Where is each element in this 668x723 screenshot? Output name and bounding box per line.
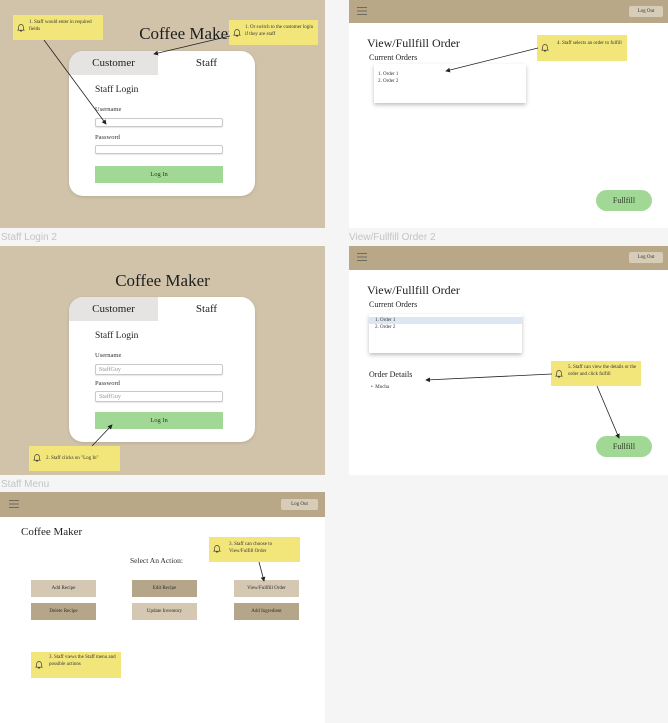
bell-icon [555,370,563,378]
username-label: Username [95,352,122,359]
login-heading: Staff Login [95,331,139,341]
username-field[interactable]: StaffGuy [95,364,223,375]
tab-staff[interactable]: Staff [158,297,255,321]
view-fullfill-order-2-frame: Log Out View/Fullfill Order Current Orde… [349,246,668,475]
sticky-note: 5. Staff can view the details or the ord… [551,361,641,386]
add-ingredient-button[interactable]: Add Ingredient [234,603,299,620]
logout-button[interactable]: Log Out [281,499,318,510]
tab-customer[interactable]: Customer [69,297,158,321]
hamburger-menu-icon[interactable] [357,7,367,15]
password-field[interactable]: StaffGuy [95,391,223,402]
login-heading: Staff Login [95,85,139,95]
top-bar: Log Out [0,492,325,517]
list-item[interactable]: 1. Order 1 [378,72,398,77]
order-details-label: Order Details [369,370,413,379]
view-fullfill-order-frame: Log Out View/Fullfill Order Current Orde… [349,0,668,228]
delete-recipe-button[interactable]: Delete Recipe [31,603,96,620]
logout-button[interactable]: Log Out [629,6,663,17]
password-label: Password [95,380,120,387]
staff-login-2-frame: Coffee Maker Customer Staff Staff Login … [0,246,325,475]
tab-staff[interactable]: Staff [158,51,255,75]
staff-login-frame: Coffee Maker Customer Staff Staff Login … [0,0,325,228]
edit-recipe-button[interactable]: Edit Recipe [132,580,197,597]
orders-list: 1. Order 1 2. Order 2 [369,314,522,353]
login-card: Customer Staff Staff Login Username Pass… [69,51,255,196]
details-list: • Mocha [371,385,389,390]
bell-icon [233,29,241,37]
top-bar: Log Out [349,246,668,270]
bell-icon [33,454,41,462]
top-bar: Log Out [349,0,668,23]
sticky-note: 1. Or switch to the customer login if th… [229,20,318,45]
password-field[interactable] [95,145,223,154]
list-item[interactable]: 1. Order 1 [375,318,395,323]
login-button[interactable]: Log In [95,166,223,183]
hamburger-menu-icon[interactable] [357,253,367,261]
view-fullfill-order-button[interactable]: View/Fullfill Order [234,580,299,597]
page-title: View/Fullfill Order [367,36,460,50]
orders-list: 1. Order 1 2. Order 2 [374,64,526,103]
list-item[interactable]: 2. Order 2 [375,325,395,330]
sticky-note: 4. Staff selects an order to fulfill [537,35,627,61]
current-orders-label: Current Orders [369,53,418,62]
current-orders-label: Current Orders [369,300,418,309]
sticky-note: 1. Staff would enter in required fields [13,15,103,40]
add-recipe-button[interactable]: Add Recipe [31,580,96,597]
sticky-note: 3. Staff can choose to View/Fulfill Orde… [209,537,300,562]
login-button[interactable]: Log In [95,412,223,429]
frame-label-view-fullfill-order-2: View/Fullfill Order 2 [349,232,436,243]
bell-icon [213,545,221,553]
frame-label-staff-login-2: Staff Login 2 [1,232,57,243]
list-item[interactable]: 2. Order 2 [378,79,398,84]
select-action-prompt: Select An Action: [130,556,183,565]
update-inventory-button[interactable]: Update Inventory [132,603,197,620]
bell-icon [17,24,25,32]
hamburger-menu-icon[interactable] [9,500,19,508]
staff-menu-frame: Log Out Coffee Maker Select An Action: A… [0,492,325,723]
sticky-note: 3. Staff views the Staff menu and possib… [31,652,121,678]
logout-button[interactable]: Log Out [629,252,663,263]
list-item: Mocha [375,385,390,390]
sticky-note: 2. Staff clicks on "Log In" [29,446,120,471]
fullfill-button[interactable]: Fullfill [596,190,652,211]
username-field[interactable] [95,118,223,127]
bell-icon [541,44,549,52]
app-title: Coffee Maker [21,526,83,538]
tab-customer[interactable]: Customer [69,51,158,75]
username-label: Username [95,106,122,113]
frame-label-staff-menu: Staff Menu [1,479,50,490]
page-title: View/Fullfill Order [367,283,460,297]
login-card: Customer Staff Staff Login Username Staf… [69,297,255,442]
password-label: Password [95,134,120,141]
bell-icon [35,661,43,669]
fullfill-button[interactable]: Fullfill [596,436,652,457]
app-title: Coffee Maker [115,271,210,290]
